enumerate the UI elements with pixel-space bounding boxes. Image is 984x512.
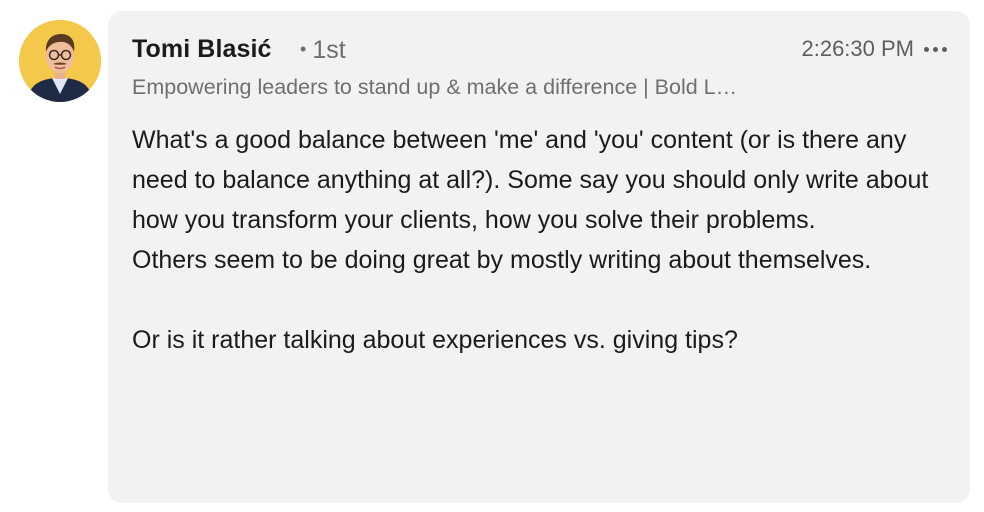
separator-dot: •: [300, 39, 307, 59]
message-paragraph: Others seem to be doing great by mostly …: [132, 246, 872, 274]
message-paragraph: What's a good balance between 'me' and '…: [132, 126, 929, 234]
more-horizontal-icon-dot: [932, 46, 938, 52]
author-headline: Empowering leaders to stand up & make a …: [132, 75, 738, 99]
message-paragraph: Or is it rather talking about experience…: [132, 326, 738, 354]
message-body: What's a good balance between 'me' and '…: [132, 120, 932, 360]
more-options-button[interactable]: [920, 37, 950, 61]
profile-photo: [19, 20, 101, 102]
author-name[interactable]: Tomi Blasić: [132, 33, 272, 65]
more-horizontal-icon-dot: [941, 46, 947, 52]
avatar[interactable]: [19, 20, 101, 102]
comment-bubble: Tomi Blasić • 1st 2:26:30 PM Empowering l…: [108, 11, 970, 503]
comment-item: Tomi Blasić • 1st 2:26:30 PM Empowering l…: [0, 0, 984, 512]
comment-header: Tomi Blasić • 1st 2:26:30 PM: [132, 33, 950, 65]
connection-degree-label: 1st: [312, 36, 346, 64]
timestamp: 2:26:30 PM: [801, 36, 914, 61]
more-horizontal-icon: [923, 46, 929, 52]
connection-degree: • 1st: [300, 33, 346, 66]
